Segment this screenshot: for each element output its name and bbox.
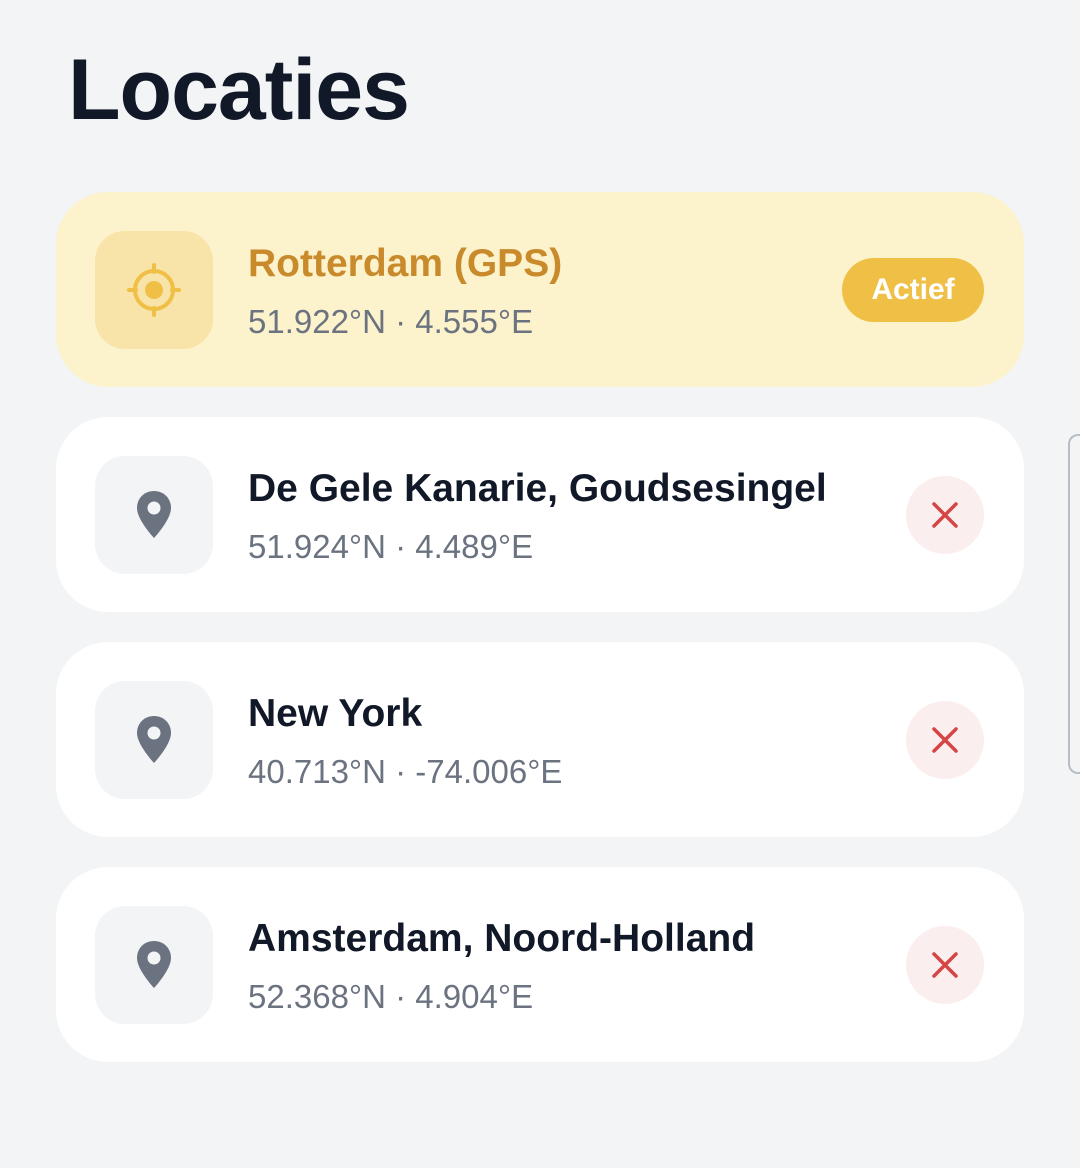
location-name: Amsterdam, Noord-Holland — [248, 917, 756, 960]
map-pin-icon — [95, 681, 213, 799]
locations-screen: Locaties Rotterdam (GPS) 51.922°N · 4.55… — [0, 0, 1080, 1168]
location-name: New York — [248, 692, 423, 735]
location-coords: 40.713°N · -74.006°E — [248, 753, 563, 790]
location-card-gps[interactable]: Rotterdam (GPS) 51.922°N · 4.555°E Actie… — [56, 192, 1024, 387]
gps-target-icon — [95, 231, 213, 349]
close-icon — [932, 502, 958, 528]
delete-location-button[interactable] — [906, 926, 984, 1004]
location-name: De Gele Kanarie, Goudsesingel — [248, 467, 827, 510]
close-icon — [932, 727, 958, 753]
location-card[interactable]: De Gele Kanarie, Goudsesingel 51.924°N ·… — [56, 417, 1024, 612]
close-icon — [932, 952, 958, 978]
location-name: Rotterdam (GPS) — [248, 242, 563, 285]
location-card[interactable]: New York 40.713°N · -74.006°E — [56, 642, 1024, 837]
location-coords: 51.924°N · 4.489°E — [248, 528, 534, 565]
delete-location-button[interactable] — [906, 701, 984, 779]
location-list: Rotterdam (GPS) 51.922°N · 4.555°E Actie… — [56, 192, 1024, 1092]
delete-location-button[interactable] — [906, 476, 984, 554]
location-coords: 51.922°N · 4.555°E — [248, 303, 534, 340]
map-pin-icon — [95, 456, 213, 574]
active-badge: Actief — [842, 258, 984, 322]
location-card[interactable]: Amsterdam, Noord-Holland 52.368°N · 4.90… — [56, 867, 1024, 1062]
location-coords: 52.368°N · 4.904°E — [248, 978, 534, 1015]
map-pin-icon — [95, 906, 213, 1024]
page-title: Locaties — [68, 42, 410, 138]
scrollbar-handle[interactable] — [1068, 434, 1080, 774]
